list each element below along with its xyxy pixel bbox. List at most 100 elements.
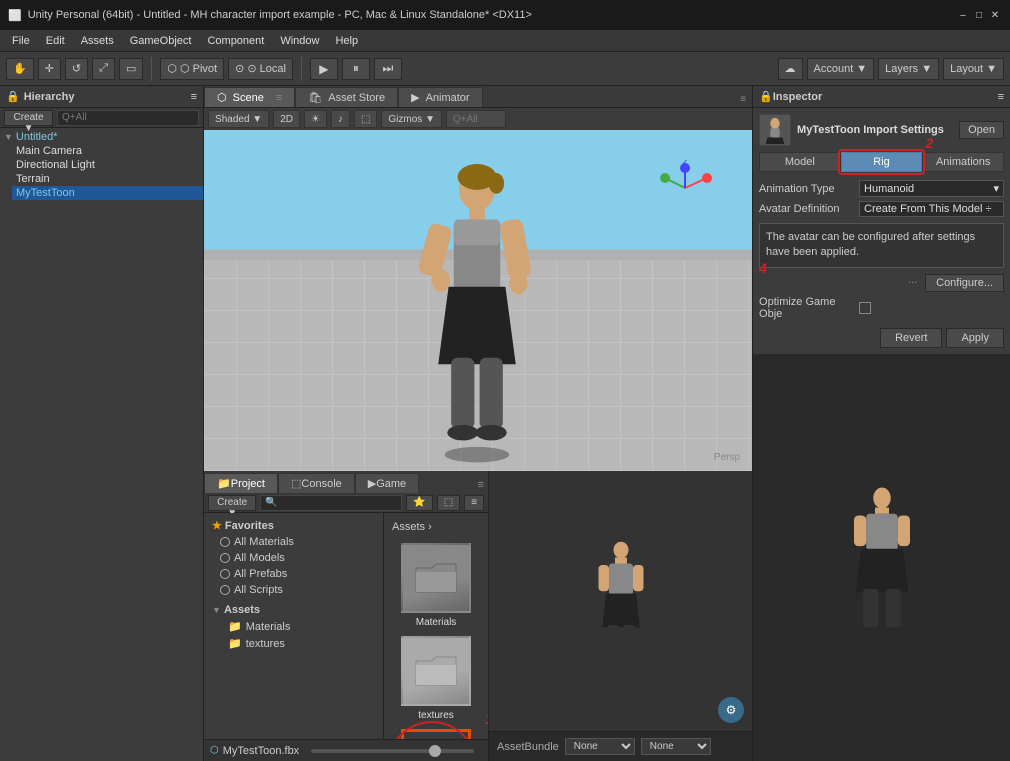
dots-label: ... (908, 274, 917, 292)
zoom-slider[interactable] (311, 749, 474, 753)
pivot-button[interactable]: ⬡ ⬡ Pivot (160, 58, 224, 80)
project-sort-button[interactable]: ≡ (464, 495, 484, 511)
project-grid: Assets › Mater (384, 513, 488, 739)
fbx-path: MyTestToon.fbx (223, 745, 299, 757)
hierarchy-create-button[interactable]: Create ▼ (4, 110, 53, 126)
inspector-preview-svg (847, 485, 917, 630)
menu-help[interactable]: Help (327, 33, 366, 49)
project-create-button[interactable]: Create ▼ (208, 495, 256, 511)
assets-textures-item[interactable]: 📁 textures (212, 635, 383, 652)
maximize-button[interactable]: □ (972, 8, 986, 22)
svg-text:Y: Y (661, 173, 669, 185)
inspector-menu-icon[interactable]: ≡ (998, 91, 1004, 103)
shading-dropdown[interactable]: Shaded ▼ (208, 110, 269, 128)
step-button[interactable]: ⏭ (374, 58, 402, 80)
menu-file[interactable]: File (4, 33, 38, 49)
account-dropdown[interactable]: Account ▼ (807, 58, 875, 80)
2d-button[interactable]: 2D (273, 110, 300, 128)
menu-window[interactable]: Window (272, 33, 327, 49)
tab-animations[interactable]: Animations (922, 152, 1004, 172)
minimize-button[interactable]: – (956, 8, 970, 22)
preview-settings-icon[interactable]: ⚙ (718, 697, 744, 723)
avatar-def-value[interactable]: Create From This Model ÷ (859, 201, 1004, 217)
scene-tab-scene[interactable]: ⬡ Scene ≡ (204, 87, 295, 107)
favorites-section[interactable]: ★ Favorites (204, 517, 383, 534)
console-tab[interactable]: ⬚ Console (278, 473, 355, 493)
scene-search[interactable] (446, 110, 506, 128)
animation-type-text: Humanoid (864, 183, 914, 195)
audio-button[interactable]: ♪ (331, 110, 350, 128)
animation-type-label: Animation Type (759, 183, 859, 195)
lighting-button[interactable]: ☀ (304, 110, 327, 128)
move-tool[interactable]: ✛ (38, 58, 61, 80)
hierarchy-search-input[interactable] (57, 110, 199, 126)
apply-button[interactable]: Apply (946, 328, 1004, 348)
unity-logo: ⬜ (8, 9, 22, 22)
assets-bread-label: Assets › (392, 521, 432, 533)
menu-assets[interactable]: Assets (73, 33, 122, 49)
slider-thumb[interactable] (429, 745, 441, 757)
menu-gameobject[interactable]: GameObject (122, 33, 200, 49)
animator-icon: ▶ (411, 91, 419, 104)
vfx-button[interactable]: ⬚ (354, 110, 377, 128)
layers-dropdown[interactable]: Layers ▼ (878, 58, 939, 80)
folder-icon-textures: 📁 (228, 637, 242, 650)
scene-tab-assetstore[interactable]: 🛍 Asset Store (295, 87, 398, 107)
fav-all-prefabs[interactable]: All Prefabs (204, 566, 383, 582)
main-area: 🔒 Hierarchy ≡ Create ▼ ▼ Untitled* Main … (0, 86, 1010, 761)
tab-rig[interactable]: Rig 2 (841, 152, 923, 172)
layout-dropdown[interactable]: Layout ▼ (943, 58, 1004, 80)
project-fav-button[interactable]: ⭐ (406, 495, 432, 511)
game-tab[interactable]: ▶ Game (355, 473, 419, 493)
sep1 (151, 57, 152, 81)
assetbundle-select1[interactable]: None (565, 738, 635, 755)
hierarchy-item-untitled[interactable]: ▼ Untitled* (0, 130, 203, 144)
inspector-preview-area (753, 354, 1010, 761)
open-button[interactable]: Open (959, 121, 1004, 139)
assetbundle-select2[interactable]: None (641, 738, 711, 755)
hand-tool[interactable]: ✋ (6, 58, 34, 80)
asset-materials[interactable]: Materials (396, 543, 476, 628)
project-search-input[interactable] (260, 495, 402, 511)
hierarchy-item-mytesttoon[interactable]: MyTestToon (12, 186, 203, 200)
inspector-tabs: Model Rig 2 Animations (759, 152, 1004, 172)
fav-all-materials[interactable]: All Materials (204, 534, 383, 550)
local-button[interactable]: ⊙ ⊙ Local (228, 58, 293, 80)
hierarchy-item-terrain[interactable]: Terrain (12, 172, 203, 186)
assets-materials-item[interactable]: 📁 Materials (212, 618, 383, 635)
rotate-tool[interactable]: ↺ (65, 58, 88, 80)
titlebar: ⬜ Unity Personal (64bit) - Untitled - MH… (0, 0, 1010, 30)
scene-tab-menu[interactable]: ≡ (276, 92, 282, 104)
project-tab[interactable]: 📁 Project (204, 473, 278, 493)
scene-tabs: ⬡ Scene ≡ 🛍 Asset Store ▶ Animator ≡ (204, 86, 752, 108)
scene-viewport[interactable]: Shaded ▼ 2D ☀ ♪ ⬚ Gizmos ▼ (204, 108, 752, 471)
scene-tab-animator[interactable]: ▶ Animator (398, 87, 483, 107)
hierarchy-item-maincamera[interactable]: Main Camera (12, 144, 203, 158)
assets-section[interactable]: ▼ Assets (204, 602, 383, 618)
hierarchy-menu-icon[interactable]: ≡ (191, 91, 197, 103)
bottom-panel-menu[interactable]: ≡ (474, 477, 488, 493)
cloud-button[interactable]: ☁ (778, 58, 803, 80)
scene-tab-close[interactable]: ≡ (734, 92, 752, 107)
asset-textures[interactable]: textures (396, 636, 476, 721)
account-label: Account (814, 63, 854, 75)
rect-tool[interactable]: ▭ (119, 58, 143, 80)
asset-mytesttoon[interactable]: 1 (396, 729, 476, 739)
menu-edit[interactable]: Edit (38, 33, 73, 49)
configure-button[interactable]: Configure... (925, 274, 1004, 292)
hierarchy-item-dirlight[interactable]: Directional Light (12, 158, 203, 172)
layout-label: Layout (950, 63, 983, 75)
menu-component[interactable]: Component (199, 33, 272, 49)
pause-button[interactable]: ⏸ (342, 58, 370, 80)
gizmos-button[interactable]: Gizmos ▼ (381, 110, 442, 128)
scale-tool[interactable]: ⤢ (92, 58, 115, 80)
revert-button[interactable]: Revert (880, 328, 942, 348)
play-button[interactable]: ▶ (310, 58, 338, 80)
project-filter-button[interactable]: ⬚ (437, 495, 460, 511)
tab-model[interactable]: Model (759, 152, 841, 172)
animation-type-value[interactable]: Humanoid ▾ (859, 180, 1004, 197)
close-button[interactable]: ✕ (988, 8, 1002, 22)
fav-all-scripts[interactable]: All Scripts (204, 582, 383, 598)
optimize-checkbox[interactable] (859, 302, 871, 314)
fav-all-models[interactable]: All Models (204, 550, 383, 566)
